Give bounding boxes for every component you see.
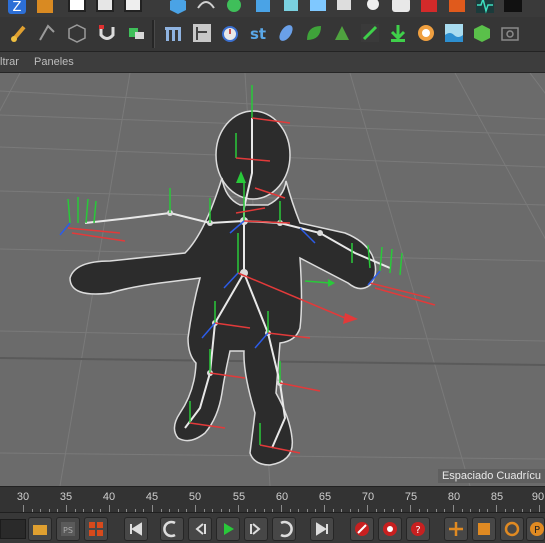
toolbar-separator bbox=[152, 20, 155, 48]
autokey-icon[interactable] bbox=[378, 517, 402, 541]
tick-label: 35 bbox=[59, 491, 73, 503]
record-icon[interactable] bbox=[350, 517, 374, 541]
move-tool-icon[interactable] bbox=[444, 517, 468, 541]
tree-icon[interactable] bbox=[329, 20, 355, 46]
scene-icon[interactable] bbox=[305, 0, 331, 18]
camera-snap-icon[interactable] bbox=[497, 20, 523, 46]
tick-label: 85 bbox=[490, 491, 504, 503]
top-toolbar-row2: st bbox=[0, 17, 545, 52]
dice-icon[interactable] bbox=[469, 20, 495, 46]
download-arrow-icon[interactable] bbox=[385, 20, 411, 46]
svg-text:Z: Z bbox=[13, 0, 22, 15]
play-icon[interactable] bbox=[216, 517, 240, 541]
tick-label: 45 bbox=[145, 491, 159, 503]
svg-text:?: ? bbox=[415, 525, 420, 536]
scale-tool-icon[interactable] bbox=[32, 0, 58, 18]
bend-tool-icon[interactable] bbox=[34, 20, 60, 46]
brush-eraser-icon[interactable] bbox=[123, 20, 149, 46]
spline-icon[interactable] bbox=[193, 0, 219, 18]
deformer-icon[interactable] bbox=[278, 0, 304, 18]
tick-label: 65 bbox=[318, 491, 332, 503]
pen-icon[interactable] bbox=[357, 20, 383, 46]
nurbs-icon[interactable] bbox=[221, 0, 247, 18]
3d-viewport[interactable]: Espaciado Cuadrícu bbox=[0, 73, 545, 486]
next-frame-icon[interactable] bbox=[244, 517, 268, 541]
menu-item-filtrar[interactable]: ltrar bbox=[0, 56, 19, 68]
go-to-end-icon[interactable] bbox=[310, 517, 334, 541]
feather-icon[interactable] bbox=[273, 20, 299, 46]
keyframe-folder-icon[interactable] bbox=[28, 517, 52, 541]
waveform-icon[interactable] bbox=[472, 0, 498, 18]
box-wire-icon[interactable] bbox=[64, 20, 90, 46]
target-ball-icon[interactable] bbox=[413, 20, 439, 46]
param-tool-icon[interactable]: P bbox=[526, 517, 545, 541]
tick-label: 90 bbox=[531, 491, 545, 503]
grid-spacing-label: Espaciado Cuadrícu bbox=[437, 469, 545, 483]
paint-brush-icon[interactable] bbox=[6, 20, 32, 46]
tick-label: 75 bbox=[404, 491, 418, 503]
svg-text:P: P bbox=[533, 525, 539, 536]
svg-text:PS: PS bbox=[63, 526, 73, 535]
character-mesh[interactable] bbox=[69, 110, 377, 466]
undo-icon[interactable]: Z bbox=[4, 0, 30, 18]
svg-text:st: st bbox=[250, 25, 266, 43]
previous-key-icon[interactable] bbox=[160, 517, 184, 541]
magnet-icon[interactable] bbox=[94, 20, 120, 46]
keyframe-help-icon[interactable]: ? bbox=[406, 517, 430, 541]
go-to-start-icon[interactable] bbox=[124, 517, 148, 541]
cube-icon[interactable] bbox=[165, 0, 191, 18]
cinema4d-window: Z st ltrar Paneles Espaciado Cuadrícu 30… bbox=[0, 0, 545, 543]
scale-tool-icon[interactable] bbox=[472, 517, 496, 541]
tick-label: 50 bbox=[188, 491, 202, 503]
tick-label: 40 bbox=[102, 491, 116, 503]
array-icon[interactable] bbox=[250, 0, 276, 18]
joint-tool-icon[interactable] bbox=[189, 20, 215, 46]
render-settings-icon[interactable] bbox=[120, 0, 146, 18]
top-toolbar-row1: Z bbox=[0, 0, 545, 18]
st-plugin-icon[interactable]: st bbox=[245, 20, 271, 46]
leaf-icon[interactable] bbox=[301, 20, 327, 46]
ps-export-icon[interactable]: PS bbox=[56, 517, 80, 541]
tag-red-icon[interactable] bbox=[416, 0, 442, 18]
tick-label: 60 bbox=[275, 491, 289, 503]
stopwatch-icon[interactable] bbox=[217, 20, 243, 46]
multi-render-icon[interactable] bbox=[84, 517, 108, 541]
tick-label: 70 bbox=[361, 491, 375, 503]
render-picture-icon[interactable] bbox=[92, 0, 118, 18]
tick-label: 80 bbox=[447, 491, 461, 503]
tick-label: 55 bbox=[232, 491, 246, 503]
light-icon[interactable] bbox=[360, 0, 386, 18]
viewport-menubar: ltrar Paneles bbox=[0, 52, 545, 73]
transport-bar: PS ? P bbox=[0, 512, 545, 543]
hdr-icon[interactable] bbox=[500, 0, 526, 18]
tick-label: 30 bbox=[16, 491, 30, 503]
timeline-ruler[interactable]: 30 35 40 45 50 55 60 65 70 75 80 85 90 bbox=[0, 486, 545, 513]
next-key-icon[interactable] bbox=[272, 517, 296, 541]
g-plugin-icon[interactable] bbox=[444, 0, 470, 18]
previous-frame-icon[interactable] bbox=[188, 517, 212, 541]
water-icon[interactable] bbox=[441, 20, 467, 46]
camera-icon[interactable] bbox=[332, 0, 358, 18]
rotate-tool-icon[interactable] bbox=[500, 517, 524, 541]
columns-icon[interactable] bbox=[160, 20, 186, 46]
viewport-canvas bbox=[0, 73, 545, 486]
render-view-icon[interactable] bbox=[64, 0, 90, 18]
go-icon[interactable] bbox=[388, 0, 414, 18]
menu-item-paneles[interactable]: Paneles bbox=[34, 56, 74, 68]
frame-field[interactable] bbox=[0, 519, 26, 539]
